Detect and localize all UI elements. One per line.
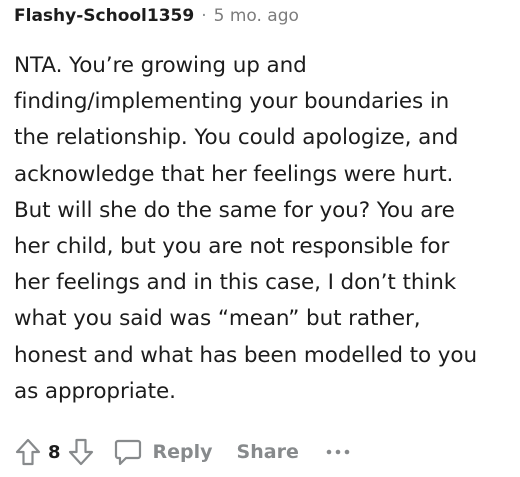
comment-line: honest and what has been modelled to you xyxy=(14,342,477,368)
comment-line: her feelings and in this case, I don’t t… xyxy=(14,270,457,296)
comment-line: NTA. You’re growing up and xyxy=(14,53,307,78)
comment-line: as appropriate. xyxy=(14,378,176,404)
comment-line: But will she do the same for you? You ar… xyxy=(14,197,455,223)
upvote-button[interactable] xyxy=(10,432,46,472)
ellipsis-icon xyxy=(326,449,350,455)
comment-age[interactable]: 5 mo. ago xyxy=(214,5,299,27)
downvote-button[interactable] xyxy=(63,432,99,472)
vote-score: 8 xyxy=(48,441,61,463)
arrow-up-icon xyxy=(15,438,41,466)
comment-author[interactable]: Flashy-School1359 xyxy=(14,5,194,27)
arrow-down-icon xyxy=(68,438,93,466)
comment-line: her child, but you are not responsible f… xyxy=(14,234,450,260)
comment-line: acknowledge that her feelings were hurt. xyxy=(14,161,454,187)
more-options-button[interactable] xyxy=(325,432,351,472)
reply-button[interactable]: Reply xyxy=(113,437,213,467)
comment-meta: Flashy-School1359 · 5 mo. ago xyxy=(14,5,299,27)
comment-line: the relationship. You could apologize, a… xyxy=(14,125,459,151)
reply-label: Reply xyxy=(152,441,213,463)
comment-line: what you said was “mean” but rather, xyxy=(14,306,421,332)
comment-actions: 8 Reply Share xyxy=(10,432,351,472)
comment-body: NTA. You’re growing up and finding/imple… xyxy=(14,48,514,410)
share-button[interactable]: Share xyxy=(237,441,299,463)
comment-line: finding/implementing your boundaries in xyxy=(14,89,450,115)
meta-separator: · xyxy=(201,6,207,26)
comment: Flashy-School1359 · 5 mo. ago NTA. You’r… xyxy=(0,0,520,477)
speech-bubble-icon xyxy=(114,439,141,466)
